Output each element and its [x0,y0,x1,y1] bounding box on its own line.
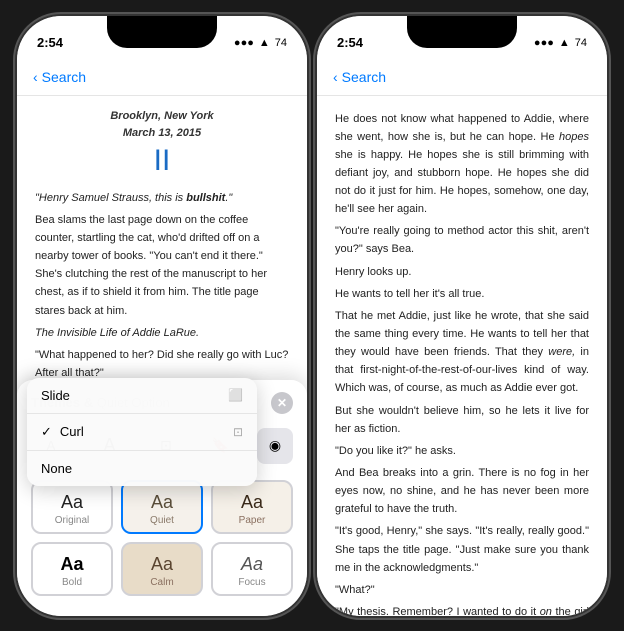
eye-symbol: ◉ [269,437,281,454]
theme-paper-card[interactable]: Aa Paper [211,480,293,534]
close-button[interactable]: ✕ [271,392,293,414]
back-chevron-left: ‹ [33,69,38,85]
theme-quiet-aa: Aa [151,492,173,513]
time-right: 2:54 [337,35,363,50]
theme-calm-aa: Aa [151,554,173,575]
theme-calm-card[interactable]: Aa Calm [121,542,203,596]
notch-right [407,16,517,48]
book-title-section: Brooklyn, New York March 13, 2015 II [35,108,289,179]
theme-original-card[interactable]: Aa Original [31,480,113,534]
back-button-right[interactable]: ‹ Search [333,69,386,85]
time-left: 2:54 [37,35,63,50]
notch [107,16,217,48]
menu-none-label: None [41,461,72,476]
curl-check: ✓ [41,424,52,440]
nav-bar-left: ‹ Search [17,60,307,96]
book-content-right: He does not know what happened to Addie,… [317,96,607,616]
theme-bold-aa: Aa [60,554,83,575]
signal-icon: ●●● [234,37,254,49]
battery-icon: 74 [275,37,287,49]
book-location: Brooklyn, New York March 13, 2015 [35,108,289,143]
close-icon: ✕ [277,396,287,410]
theme-bold-card[interactable]: Aa Bold [31,542,113,596]
back-label-left: Search [42,69,86,85]
theme-original-aa: Aa [61,492,83,513]
theme-quiet-label: Quiet [150,515,174,526]
menu-curl-label: Curl [60,424,233,439]
battery-icon-right: 74 [575,37,587,49]
status-icons-left: ●●● ▲ 74 [234,37,287,49]
menu-slide-label: Slide [41,388,70,403]
chapter-numeral: II [35,143,289,179]
left-phone: 2:54 ●●● ▲ 74 ‹ Search Brooklyn, New Y [17,16,307,616]
right-phone: 2:54 ●●● ▲ 74 ‹ Search He does not know … [317,16,607,616]
status-icons-right: ●●● ▲ 74 [534,37,587,49]
back-button-left[interactable]: ‹ Search [33,69,86,85]
slide-icon: ⬜ [228,388,243,402]
theme-focus-aa: Aa [241,554,263,575]
menu-item-slide[interactable]: Slide ⬜ [27,378,257,414]
theme-focus-label: Focus [238,577,265,588]
wifi-icon: ▲ [259,37,270,49]
theme-paper-aa: Aa [241,492,263,513]
menu-item-none[interactable]: None [27,451,257,486]
signal-icon-right: ●●● [534,37,554,49]
transition-menu: Slide ⬜ ✓ Curl ⊡ None [27,378,257,486]
theme-focus-card[interactable]: Aa Focus [211,542,293,596]
theme-bold-label: Bold [62,577,82,588]
phones-container: 2:54 ●●● ▲ 74 ‹ Search Brooklyn, New Y [17,16,607,616]
display-options-icon[interactable]: ◉ [257,428,293,464]
back-chevron-right: ‹ [333,69,338,85]
nav-bar-right: ‹ Search [317,60,607,96]
theme-calm-label: Calm [150,577,173,588]
theme-paper-label: Paper [239,515,266,526]
menu-item-curl[interactable]: ✓ Curl ⊡ [27,414,257,451]
curl-icon: ⊡ [233,425,243,439]
theme-grid: Aa Original Aa Quiet Aa Paper [31,480,293,596]
back-label-right: Search [342,69,386,85]
theme-quiet-card[interactable]: Aa Quiet [121,480,203,534]
wifi-icon-right: ▲ [559,37,570,49]
theme-original-label: Original [55,515,89,526]
